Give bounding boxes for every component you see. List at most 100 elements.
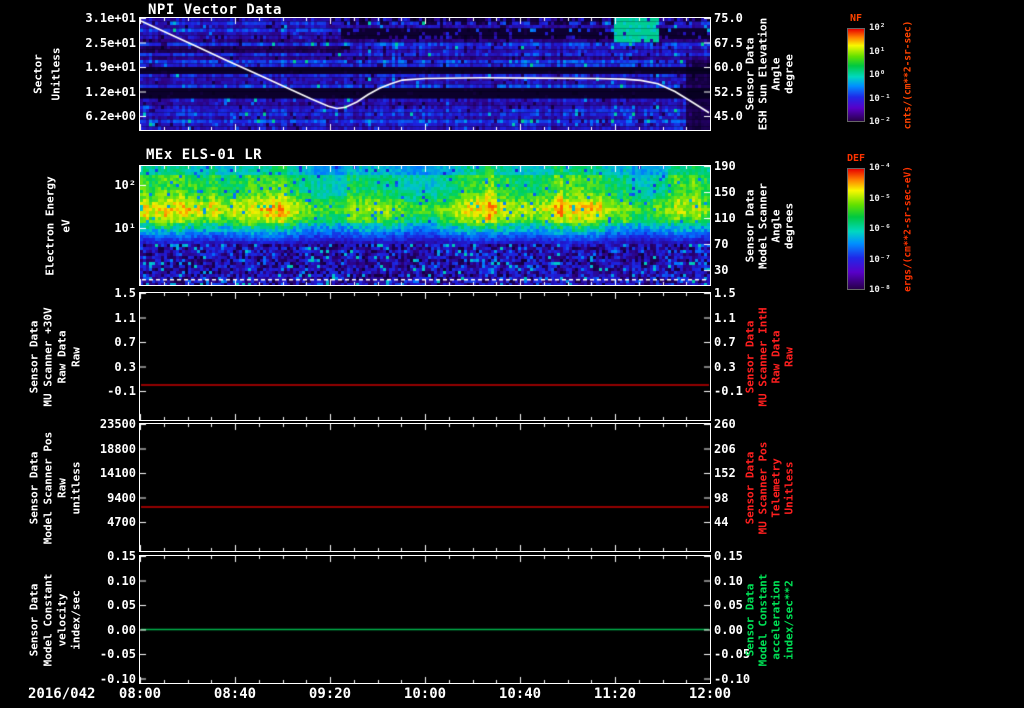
y-axis-tick-label: -0.10	[99, 671, 136, 686]
right-axis-title-line: Sensor Data	[743, 320, 757, 393]
right-axis-tick-label: 1.5	[714, 286, 736, 300]
right-axis-tick-label: 260	[714, 417, 736, 431]
colorbar-nf-tick-label: 10⁰	[869, 70, 886, 80]
y-axis-tick-label: 3.1e+01	[85, 11, 136, 25]
right-axis-tick-label: 30	[714, 263, 729, 277]
right-axis-tick-label: 0.7	[714, 335, 736, 349]
colorbar-def-tick-label: 10⁻⁸	[869, 285, 891, 295]
right-axis-title-line: Model Scanner	[756, 182, 770, 269]
x-axis-tick-label: 12:00	[688, 686, 732, 702]
right-axis-tick-label: 1.1	[714, 310, 736, 325]
right-axis-tick-label: 152	[714, 466, 736, 480]
right-axis-tick-label: 110	[714, 211, 736, 225]
right-axis-title-line: Raw	[782, 346, 796, 367]
plot-area-els	[139, 165, 711, 286]
right-axis-tick-label: 0.15	[714, 549, 743, 563]
y-axis-tick-label: 10¹	[114, 221, 136, 235]
colorbar-nf-label: NF	[849, 13, 863, 24]
right-axis-tick-label: 75.0	[714, 11, 743, 25]
colorbar-def-tick-label: 10⁻⁵	[869, 193, 891, 204]
y-axis-title-line: Sector	[31, 54, 45, 94]
right-axis-title-line: Sensor Data	[743, 189, 757, 262]
y-axis-tick-label: 23500	[99, 417, 136, 431]
y-axis-title-line: Model Constant	[41, 573, 55, 666]
science-plot-screen: NPI Vector Data MEx ELS-01 LR 2016/042 S…	[0, 0, 1024, 708]
right-axis-tick-label: 0.10	[714, 573, 743, 588]
colorbar-def-tick-label: 10⁻⁷	[869, 254, 891, 265]
right-axis-tick-label: 190	[714, 159, 736, 173]
y-axis-title-line: index/sec	[69, 589, 83, 650]
colorbar-def-unit-label: ergs/(cm**2-sr-sec-eV)	[902, 166, 914, 292]
p3-plot-canvas	[140, 293, 710, 420]
y-axis-tick-label: 0.7	[114, 335, 136, 349]
y-axis-tick-label: 1.1	[114, 310, 136, 325]
right-axis-title-line: degree	[782, 54, 796, 94]
y-axis-tick-label: 0.10	[107, 573, 136, 588]
y-axis-title-line: eV	[59, 218, 73, 233]
right-axis-title-line: index/sec**2	[782, 579, 796, 660]
y-axis-title-line: Sensor Data	[27, 451, 41, 524]
colorbar-nf-tick-label: 10²	[869, 23, 886, 33]
plot-area-p4	[139, 423, 711, 552]
right-axis-title-line: MU Scanner Pos	[756, 441, 770, 534]
right-axis-tick-label: 67.5	[714, 35, 743, 50]
right-axis-title-line: Telemetry	[769, 457, 783, 518]
right-axis-tick-label: 0.3	[714, 359, 736, 374]
right-axis-tick-label: 150	[714, 185, 736, 199]
right-axis-title-line: Sensor Data	[743, 451, 757, 524]
y-axis-tick-label: 0.05	[107, 598, 136, 612]
y-axis-tick-label: 18800	[99, 441, 136, 456]
y-axis-tick-label: 0.3	[114, 359, 136, 374]
right-axis-tick-label: 60.0	[714, 60, 743, 74]
colorbar-def	[847, 168, 865, 290]
x-axis-tick-label: 10:00	[403, 686, 447, 702]
y-axis-tick-label: 10²	[114, 178, 136, 192]
x-axis-tick-label: 10:40	[498, 686, 542, 702]
y-axis-tick-label: -0.1	[107, 384, 136, 398]
colorbar-def-tick-label: 10⁻⁴	[869, 163, 891, 173]
y-axis-title-line: Model Scanner Pos	[41, 431, 55, 544]
date-label: 2016/042	[28, 686, 96, 702]
right-axis-tick-label: 98	[714, 490, 729, 505]
right-axis-title-line: Model Constant	[756, 573, 770, 666]
x-axis-tick-label: 09:20	[308, 686, 352, 702]
x-axis-tick-label: 08:40	[213, 686, 257, 702]
y-axis-tick-label: 9400	[107, 490, 136, 505]
right-axis-title-line: ESH Sun Elevation	[756, 17, 770, 131]
npi-plot-canvas	[140, 18, 710, 130]
right-axis-title-line: MU Scanner IntH	[756, 306, 770, 407]
x-axis-tick-label: 11:20	[593, 686, 637, 702]
x-axis-tick-label: 08:00	[118, 686, 162, 702]
y-axis-tick-label: 0.00	[107, 622, 136, 637]
colorbar-nf-tick-label: 10⁻¹	[869, 93, 891, 104]
panel-npi-title: NPI Vector Data	[148, 2, 282, 18]
y-axis-title-line: velocity	[55, 593, 69, 646]
right-axis-tick-label: 70	[714, 237, 729, 251]
y-axis-title-line: Sensor Data	[27, 583, 41, 656]
y-axis-title-line: unitless	[69, 461, 83, 514]
y-axis-title-line: Raw Data	[55, 330, 69, 383]
right-axis-tick-label: 0.00	[714, 622, 743, 637]
right-axis-title-line: Angle	[769, 57, 783, 91]
y-axis-tick-label: 1.5	[114, 286, 136, 300]
colorbar-nf-unit-label: cnts/(cm**2-sr-sec)	[902, 20, 914, 130]
y-axis-title-line: Raw	[55, 477, 69, 498]
plot-area-p5	[139, 555, 711, 684]
right-axis-title-line: Sensor Data	[743, 37, 757, 111]
p5-plot-canvas	[140, 556, 710, 683]
y-axis-tick-label: 1.9e+01	[85, 60, 136, 74]
right-axis-tick-label: 45.0	[714, 109, 743, 123]
y-axis-tick-label: 1.2e+01	[85, 84, 136, 99]
els-plot-canvas	[140, 166, 710, 285]
right-axis-title-line: degrees	[782, 202, 796, 249]
y-axis-tick-label: 14100	[99, 466, 136, 480]
y-axis-tick-label: 0.15	[107, 549, 136, 563]
right-axis-tick-label: 52.5	[714, 84, 743, 99]
y-axis-title-line: Raw	[69, 346, 83, 367]
y-axis-tick-label: 2.5e+01	[85, 35, 136, 50]
plot-area-p3	[139, 292, 711, 421]
y-axis-title-line: Sensor Data	[27, 320, 41, 393]
panel-els-title: MEx ELS-01 LR	[146, 147, 263, 163]
right-axis-title-line: Raw Data	[769, 330, 783, 383]
colorbar-nf-tick-label: 10⁻²	[869, 117, 891, 127]
